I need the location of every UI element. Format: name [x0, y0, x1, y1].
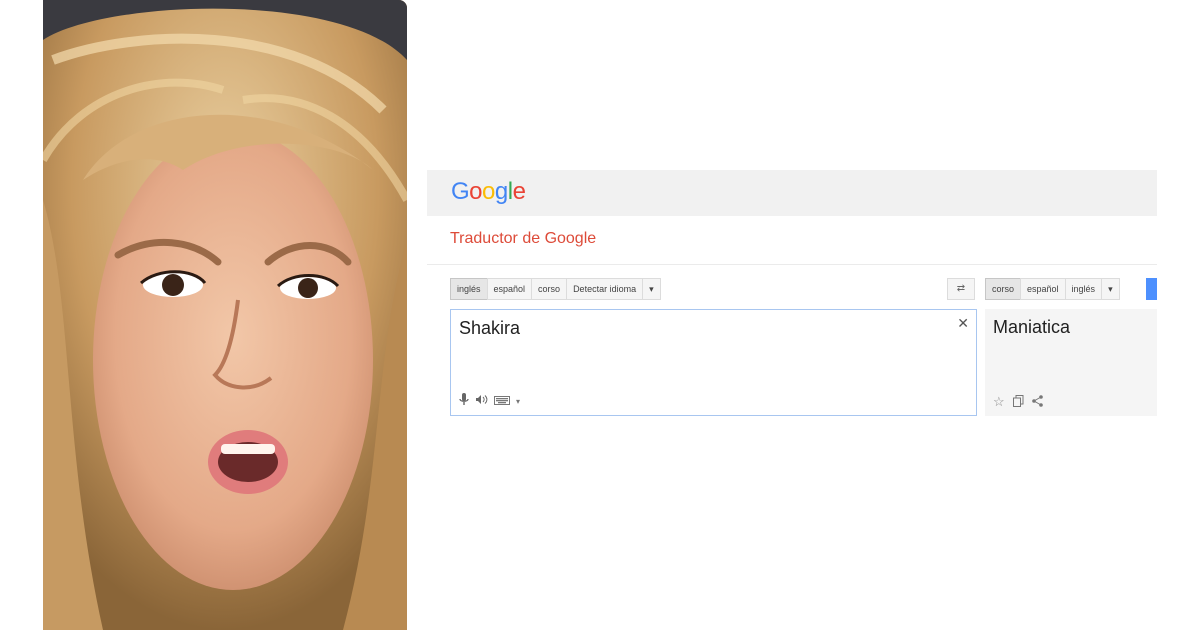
swap-languages-icon[interactable]: ⇄	[947, 278, 975, 300]
logo-letter: G	[451, 178, 470, 205]
star-icon[interactable]: ☆	[993, 394, 1005, 410]
share-icon[interactable]	[1031, 394, 1043, 410]
detect-language-button[interactable]: Detectar idioma	[566, 278, 644, 300]
speaker-icon[interactable]	[475, 394, 488, 408]
logo-letter: g	[494, 178, 508, 205]
source-tools: ▾	[459, 393, 520, 409]
target-language-bar: corso español inglés ▾	[985, 278, 1120, 300]
source-language-bar: inglés español corso Detectar idioma ▾	[450, 278, 661, 300]
google-logo[interactable]: Google	[451, 178, 526, 206]
chevron-down-icon[interactable]: ▾	[642, 278, 661, 300]
chevron-down-icon[interactable]: ▾	[516, 397, 520, 406]
target-lang-spanish[interactable]: español	[1020, 278, 1066, 300]
source-text[interactable]: Shakira	[459, 318, 520, 339]
chevron-down-icon[interactable]: ▾	[1101, 278, 1120, 300]
logo-letter: o	[482, 178, 495, 205]
page-title: Traductor de Google	[450, 230, 597, 247]
close-icon[interactable]: ✕	[957, 315, 969, 332]
google-header-bar: Google	[427, 170, 1157, 216]
keyboard-icon[interactable]	[494, 394, 510, 408]
source-lang-spanish[interactable]: español	[486, 278, 533, 300]
copy-icon[interactable]	[1012, 394, 1024, 410]
portrait-photo	[43, 0, 407, 630]
source-lang-english[interactable]: inglés	[450, 278, 488, 300]
target-lang-corsican[interactable]: corso	[985, 278, 1022, 300]
portrait-illustration	[43, 0, 407, 630]
logo-letter: e	[512, 178, 526, 205]
divider	[427, 264, 1157, 265]
target-lang-english[interactable]: inglés	[1064, 278, 1103, 300]
translated-text: Maniatica	[993, 317, 1071, 337]
translate-button[interactable]	[1146, 278, 1157, 300]
logo-letter: o	[469, 178, 483, 205]
translation-tools: ☆	[993, 394, 1043, 410]
translation-output: Maniatica ☆	[985, 309, 1157, 416]
source-text-area[interactable]: Shakira ✕ ▾	[450, 309, 977, 416]
source-lang-corsican[interactable]: corso	[531, 278, 568, 300]
microphone-icon[interactable]	[459, 393, 469, 409]
